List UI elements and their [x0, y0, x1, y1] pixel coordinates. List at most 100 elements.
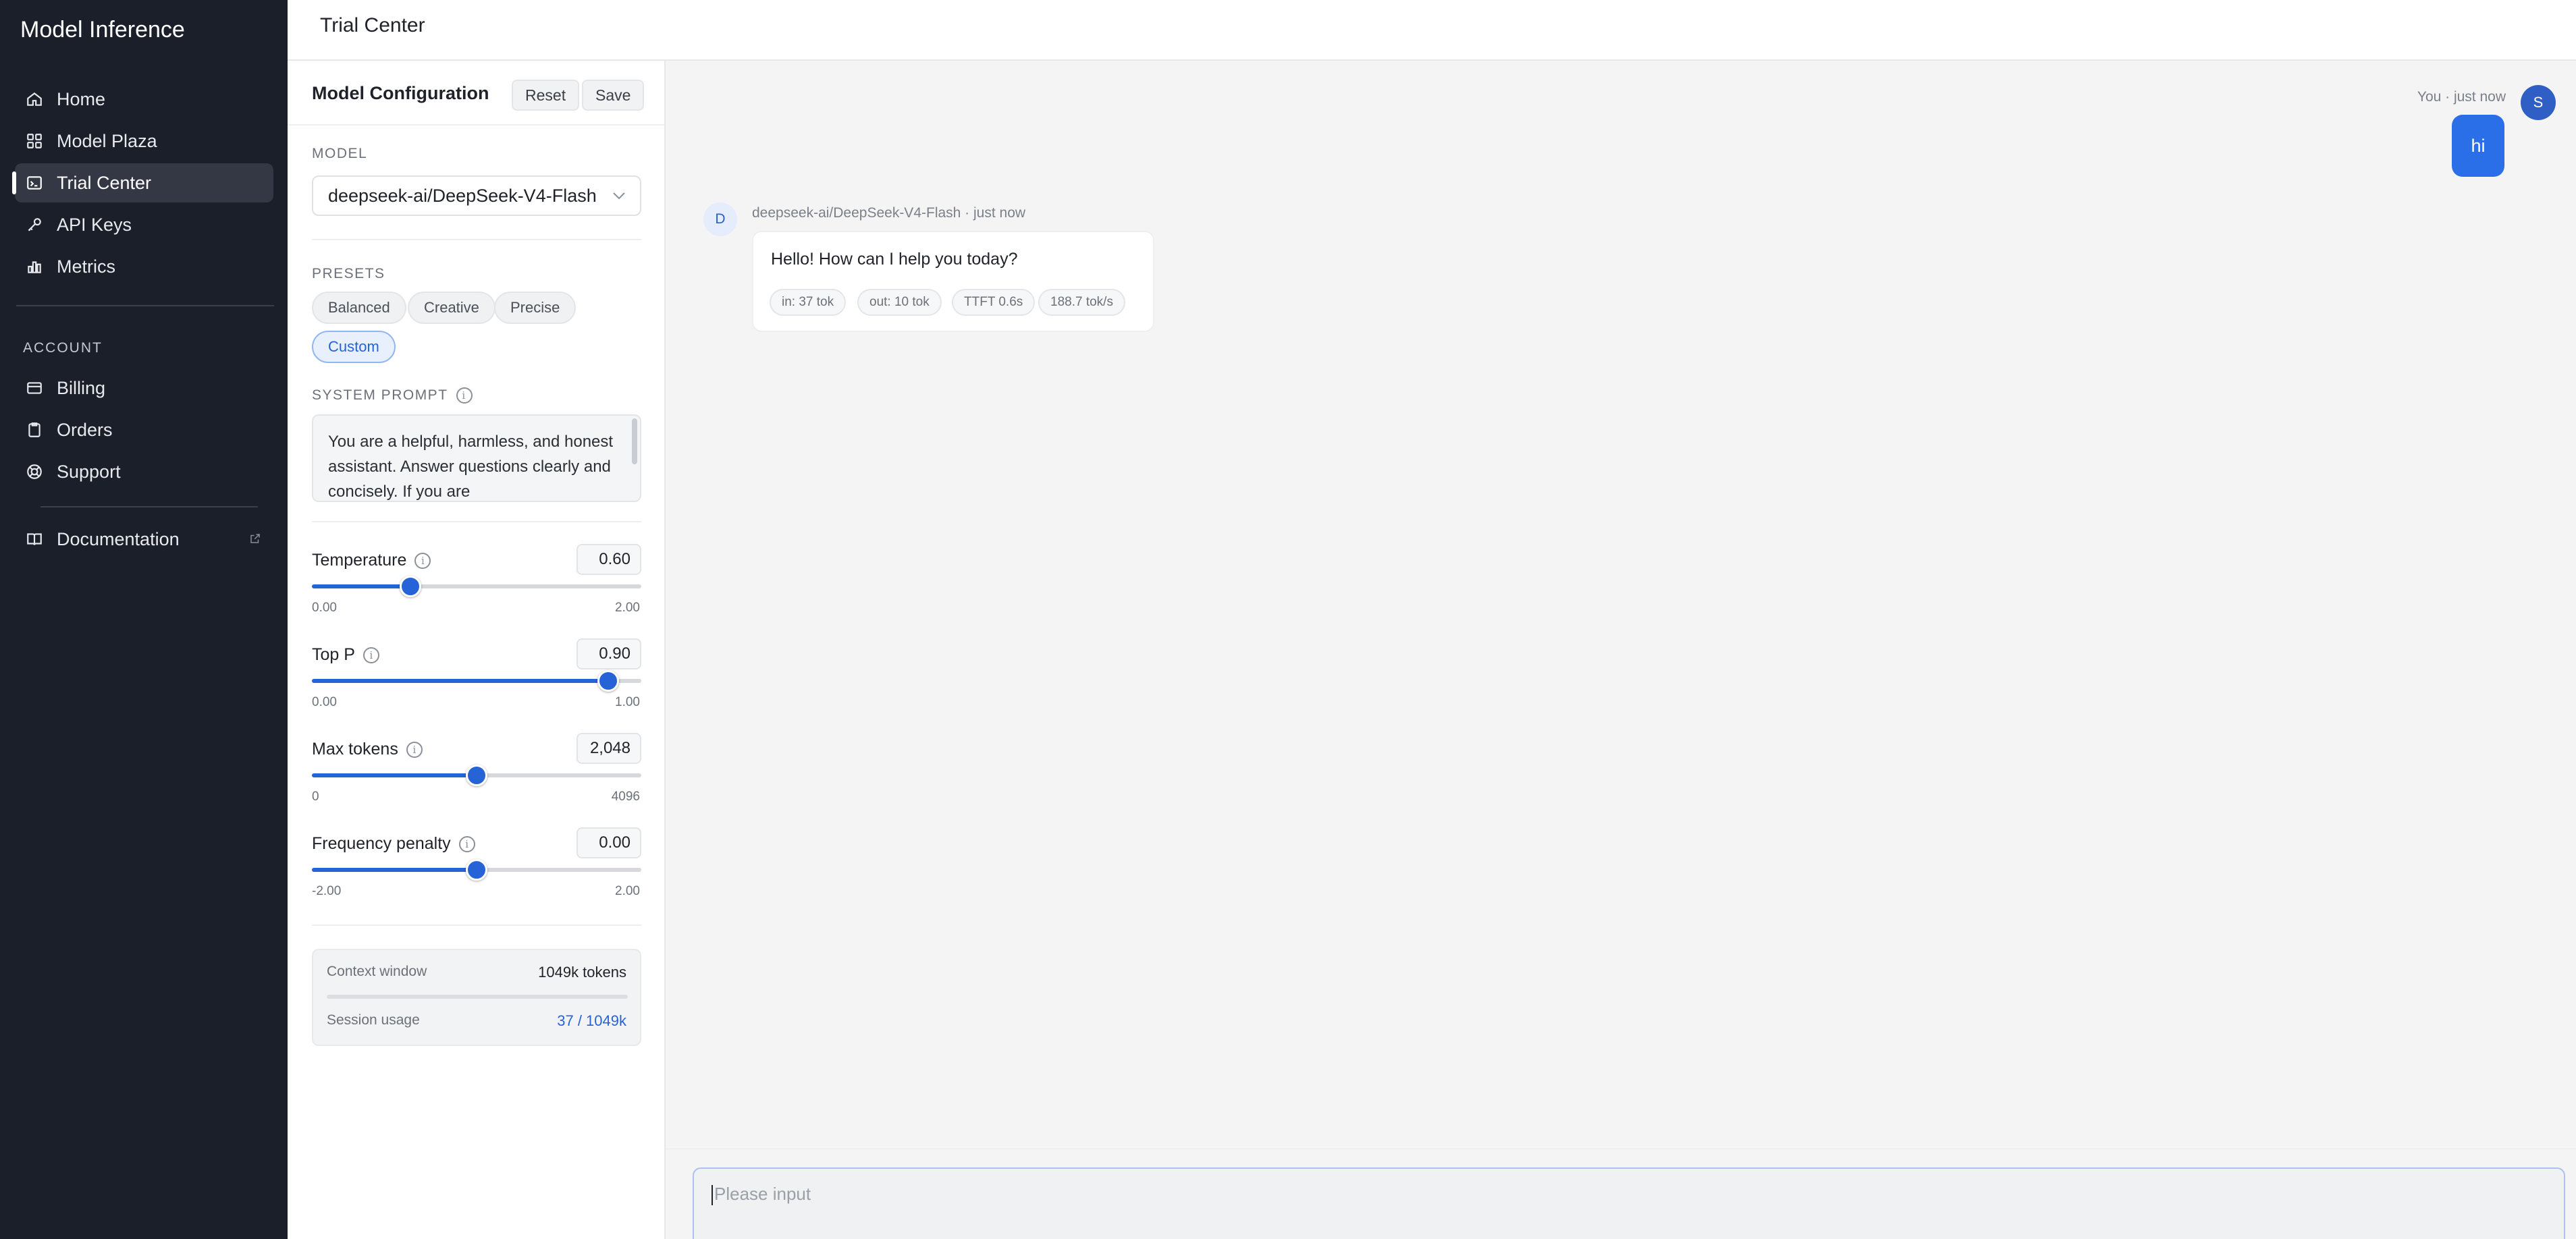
chat-input[interactable]: Please input [693, 1167, 2565, 1239]
terminal-icon [26, 174, 43, 192]
preset-custom[interactable]: Custom [312, 331, 396, 363]
account-section-heading: ACCOUNT [23, 340, 103, 356]
user-message-bubble: hi [2452, 115, 2504, 177]
divider [312, 521, 641, 522]
sidebar-item-orders[interactable]: Orders [15, 410, 273, 449]
credit-card-icon [26, 379, 43, 397]
sidebar-item-metrics[interactable]: Metrics [15, 247, 273, 286]
max-tokens-min: 0 [312, 790, 319, 804]
divider [312, 239, 641, 240]
session-usage-value: 37 / 1049k [557, 1012, 626, 1029]
session-usage-label: Session usage [327, 1012, 420, 1028]
slider-thumb[interactable] [466, 859, 487, 881]
preset-balanced[interactable]: Balanced [312, 292, 406, 324]
frequency-penalty-heading: Frequency penalty i [312, 834, 475, 854]
sidebar-item-api-keys[interactable]: API Keys [15, 205, 273, 244]
temperature-heading: Temperature i [312, 551, 431, 570]
info-icon[interactable]: i [458, 835, 475, 852]
sidebar-item-support[interactable]: Support [15, 452, 273, 491]
assistant-message-meta: deepseek-ai/DeepSeek-V4-Flash · just now [752, 205, 1026, 221]
slider-thumb[interactable] [400, 576, 422, 597]
info-icon[interactable]: i [363, 646, 379, 663]
chevron-down-icon [613, 192, 625, 200]
sidebar-item-label: Orders [57, 419, 113, 440]
context-usage-card: Context window 1049k tokens Session usag… [312, 949, 641, 1046]
slider-fill [312, 773, 477, 777]
slider-fill [312, 868, 477, 872]
info-icon[interactable]: i [406, 741, 423, 758]
preset-precise[interactable]: Precise [494, 292, 576, 324]
user-message-meta: You · just now [2417, 89, 2506, 105]
top-p-value-input[interactable]: 0.90 [576, 638, 641, 669]
sidebar-item-label: Trial Center [57, 172, 152, 193]
slider-fill [312, 679, 609, 683]
reset-button[interactable]: Reset [512, 80, 580, 111]
nav-divider [41, 506, 258, 507]
stat-input-tokens: in: 37 tok [770, 289, 847, 316]
temperature-min: 0.00 [312, 601, 337, 615]
max-tokens-slider[interactable] [312, 765, 641, 786]
stat-ttft: TTFT 0.6s [952, 289, 1036, 316]
chat-area: You · just now S hi D deepseek-ai/DeepSe… [666, 61, 2576, 1239]
chat-input-placeholder: Please input [714, 1184, 811, 1204]
config-title: Model Configuration [312, 83, 489, 103]
context-window-label: Context window [327, 964, 427, 979]
sidebar-item-trial-center[interactable]: Trial Center [12, 163, 273, 202]
top-p-label: Top P [312, 645, 355, 664]
assistant-message-text: Hello! How can I help you today? [771, 250, 1018, 269]
sidebar: Model Inference Home Model Plaza Trial C… [0, 0, 288, 1239]
info-icon[interactable]: i [414, 552, 431, 569]
max-tokens-max: 4096 [611, 790, 640, 804]
presets-label: PRESETS [312, 266, 385, 281]
slider-thumb[interactable] [597, 670, 620, 692]
frequency-penalty-slider[interactable] [312, 859, 641, 881]
preset-creative[interactable]: Creative [408, 292, 495, 324]
model-select-value: deepseek-ai/DeepSeek-V4-Flash [328, 186, 597, 206]
top-p-heading: Top P i [312, 645, 379, 665]
frequency-penalty-value-input[interactable]: 0.00 [576, 827, 641, 858]
scrollbar[interactable] [632, 418, 637, 464]
sidebar-item-label: Metrics [57, 256, 115, 277]
sidebar-item-home[interactable]: Home [15, 80, 273, 119]
config-header: Model Configuration Reset Save [288, 61, 664, 126]
stat-output-tokens: out: 10 tok [857, 289, 942, 316]
stat-throughput: 188.7 tok/s [1038, 289, 1125, 316]
assistant-avatar: D [703, 202, 737, 236]
bar-chart-icon [26, 258, 43, 275]
text-caret [712, 1185, 713, 1206]
temperature-slider[interactable] [312, 576, 641, 597]
context-window-value: 1049k tokens [538, 964, 626, 981]
context-usage-bar [327, 995, 628, 999]
sidebar-item-label: Home [57, 88, 106, 109]
model-select[interactable]: deepseek-ai/DeepSeek-V4-Flash [312, 175, 641, 216]
frequency-penalty-label: Frequency penalty [312, 834, 451, 853]
lifebuoy-icon [26, 463, 43, 480]
sidebar-item-label: Model Plaza [57, 130, 157, 151]
system-prompt-label: SYSTEM PROMPT [312, 387, 448, 403]
book-icon [26, 530, 43, 548]
sidebar-item-model-plaza[interactable]: Model Plaza [15, 121, 273, 161]
sidebar-item-label: Billing [57, 377, 106, 398]
temperature-value-input[interactable]: 0.60 [576, 544, 641, 575]
sidebar-item-documentation[interactable]: Documentation [15, 520, 273, 559]
nav-divider [16, 305, 274, 306]
system-prompt-textarea[interactable]: You are a helpful, harmless, and honest … [312, 414, 641, 502]
grid-icon [26, 132, 43, 150]
info-icon[interactable]: i [456, 387, 473, 404]
save-button[interactable]: Save [582, 80, 645, 111]
top-p-max: 1.00 [615, 695, 640, 709]
model-label: MODEL [312, 146, 368, 161]
slider-thumb[interactable] [466, 765, 487, 786]
temperature-label: Temperature [312, 551, 407, 570]
system-prompt-text: You are a helpful, harmless, and honest … [328, 433, 614, 501]
model-config-panel: Model Configuration Reset Save MODEL dee… [288, 61, 666, 1239]
key-icon [26, 216, 43, 233]
top-header: Trial Center [288, 0, 2576, 61]
slider-fill [312, 584, 411, 588]
top-p-slider[interactable] [312, 670, 641, 692]
assistant-message-bubble: Hello! How can I help you today? in: 37 … [752, 231, 1154, 332]
top-p-min: 0.00 [312, 695, 337, 709]
user-avatar: S [2521, 85, 2556, 120]
sidebar-item-billing[interactable]: Billing [15, 368, 273, 408]
max-tokens-value-input[interactable]: 2,048 [576, 733, 641, 764]
